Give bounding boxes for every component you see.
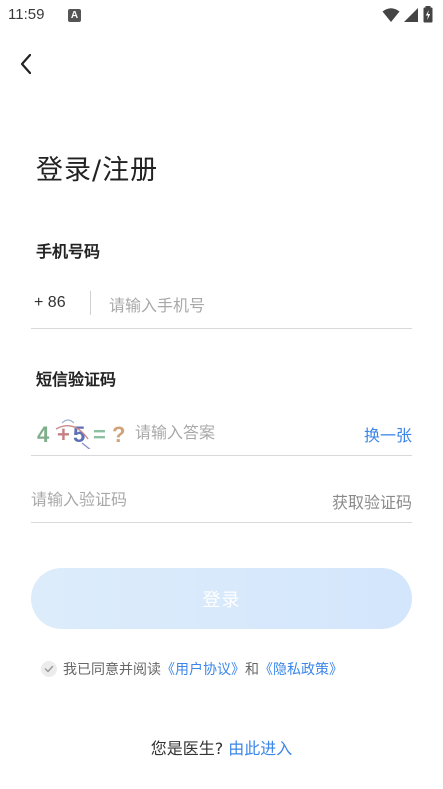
captcha-image[interactable]: 4 + 5 = ? xyxy=(34,415,130,449)
svg-text:=: = xyxy=(93,422,106,447)
check-icon xyxy=(44,665,54,673)
status-bar: 11:59 A xyxy=(0,0,443,32)
status-time: 11:59 xyxy=(8,6,45,23)
sms-label: 短信验证码 xyxy=(36,370,117,389)
page-title: 登录/注册 xyxy=(36,155,159,186)
doctor-entry-link[interactable]: 由此进入 xyxy=(228,739,292,758)
user-agreement-link[interactable]: 《用户协议》 xyxy=(161,659,245,679)
doctor-entry-row: 您是医生? 由此进入 xyxy=(0,735,443,759)
signal-icon xyxy=(404,7,418,22)
agreement-joiner: 和 xyxy=(245,662,259,678)
svg-text:?: ? xyxy=(112,422,125,447)
sms-code-row: 获取验证码 xyxy=(31,476,412,523)
agreement-checkbox[interactable] xyxy=(41,661,57,677)
captcha-answer-input[interactable] xyxy=(135,420,335,444)
login-button[interactable]: 登录 xyxy=(31,568,412,629)
back-button[interactable] xyxy=(12,50,40,78)
country-code[interactable]: + 86 xyxy=(34,294,66,312)
phone-input[interactable] xyxy=(109,293,399,317)
chevron-left-icon xyxy=(20,53,32,75)
country-code-divider xyxy=(90,291,91,315)
status-icons xyxy=(382,6,433,23)
svg-text:5: 5 xyxy=(73,422,85,447)
get-code-button[interactable]: 获取验证码 xyxy=(332,489,412,513)
phone-label: 手机号码 xyxy=(36,242,101,261)
phone-row: + 86 xyxy=(31,282,412,329)
doctor-question: 您是医生? xyxy=(150,739,224,758)
privacy-policy-link[interactable]: 《隐私政策》 xyxy=(259,659,343,679)
captcha-row: 4 + 5 = ? 换一张 xyxy=(31,409,412,456)
refresh-captcha-link[interactable]: 换一张 xyxy=(364,422,412,446)
agreement-prefix: 我已同意并阅读 xyxy=(63,662,161,678)
notification-a-icon: A xyxy=(68,9,81,22)
agreement-row: 我已同意并阅读 《用户协议》 和 《隐私政策》 xyxy=(41,659,343,679)
battery-charging-icon xyxy=(423,6,433,23)
svg-text:4: 4 xyxy=(37,422,50,447)
sms-code-input[interactable] xyxy=(31,487,291,511)
wifi-icon xyxy=(382,7,400,22)
